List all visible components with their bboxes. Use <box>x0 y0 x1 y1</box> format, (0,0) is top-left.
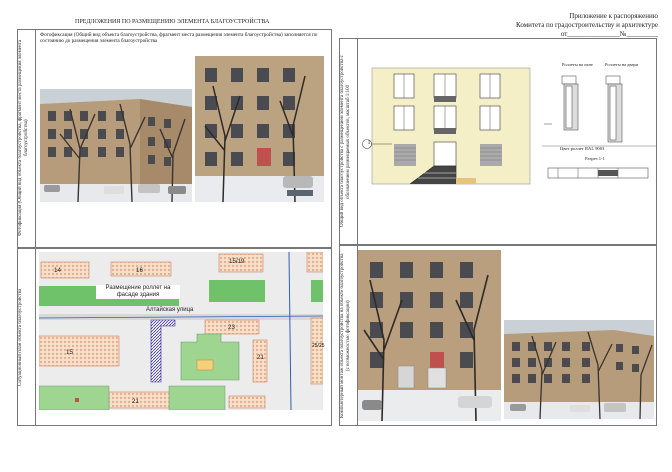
roller-color-note: Цвет роллет RAL 9003 <box>560 146 605 151</box>
photomontage-panel-side-label: Компьютерный монтаж объекта благоустройс… <box>340 253 351 418</box>
map-house-number: 14 <box>54 267 61 274</box>
roller-detail-drawings <box>538 68 656 188</box>
map-callout-label: Размещение роллет на фасаде здания <box>96 285 180 299</box>
map-house-number: 23 <box>228 324 235 331</box>
roller-window-label: Роллеты на окне <box>562 62 593 67</box>
drawing-callout-number: 1 <box>367 140 371 146</box>
map-house-number: 25/25 <box>312 343 325 349</box>
site-photo-general <box>40 89 192 202</box>
facade-elevation-drawing <box>362 60 534 190</box>
site-photo-facade <box>195 56 324 202</box>
map-house-number: 21 <box>132 398 139 405</box>
map-house-number: 21 <box>257 354 264 361</box>
appendix-line-1: Приложение к распоряжению <box>569 12 658 20</box>
map-house-number: 16 <box>136 267 143 274</box>
photo-panel-side-label: Фотофиксация (Общий вид объекта благоуст… <box>18 39 29 236</box>
appendix-line-3: от_______________№_________ <box>560 30 658 38</box>
page-title: ПРЕДЛОЖЕНИЯ ПО РАЗМЕЩЕНИЮ ЭЛЕМЕНТА БЛАГО… <box>75 19 270 25</box>
photomontage-general <box>504 320 654 419</box>
situation-map <box>39 252 323 410</box>
map-panel-side-label: Ситуационный план объекта благоустройств… <box>18 288 23 386</box>
map-house-number: 15 <box>66 349 73 356</box>
map-house-number: 15/19 <box>229 258 245 265</box>
photomontage-facade <box>358 250 501 421</box>
roller-door-label: Роллеты на двери <box>605 62 638 67</box>
appendix-line-2: Комитета по градостроительству и архитек… <box>516 21 658 29</box>
drawing-panel-side-label: Общий вид объекта благоустройства с разм… <box>340 55 351 228</box>
section-label: Разрез 1-1 <box>585 156 605 161</box>
street-label: Алтайская улица <box>146 307 194 313</box>
photo-panel-caption: Фотофиксация (Общий вид объекта благоуст… <box>40 32 318 45</box>
